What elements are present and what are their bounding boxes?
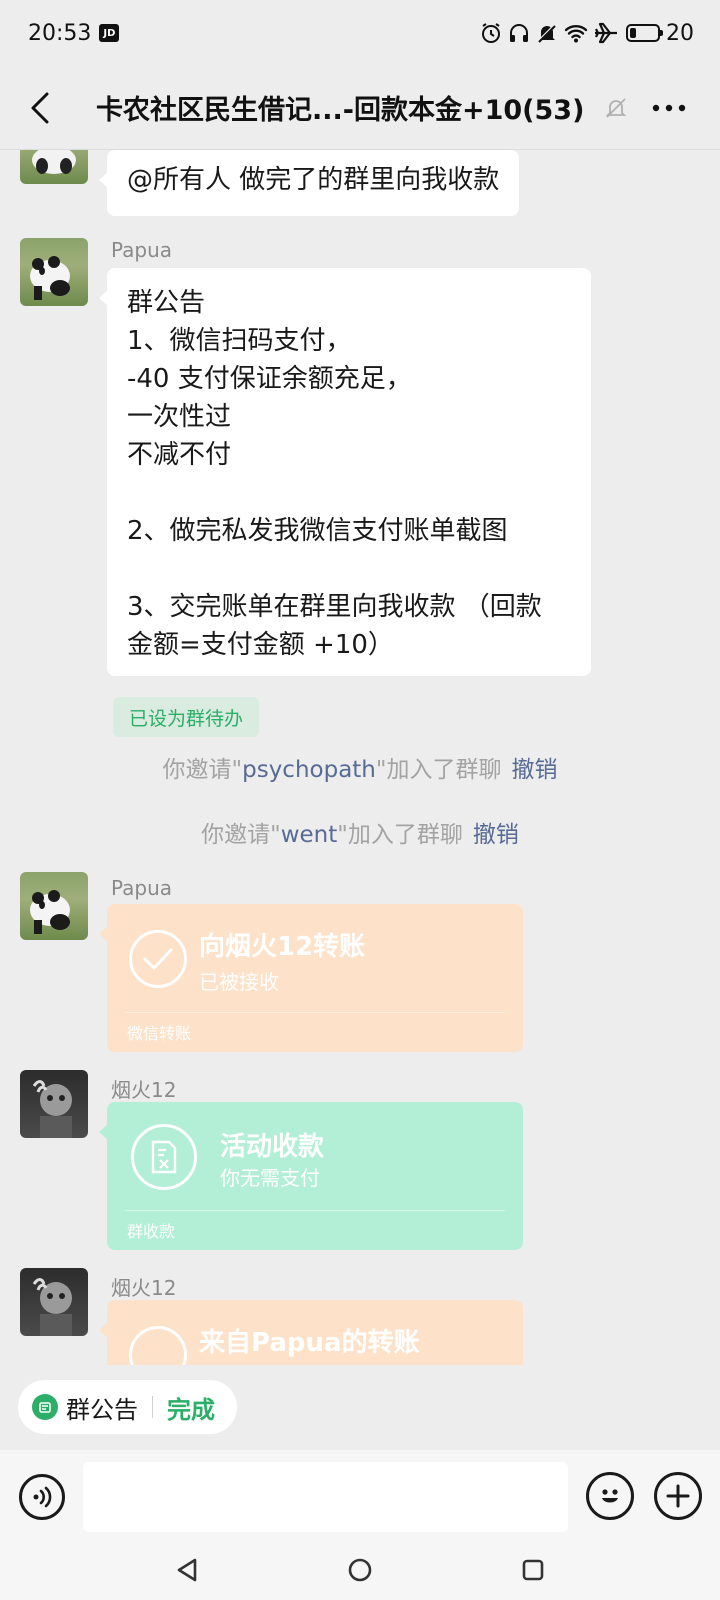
avatar[interactable] <box>20 1070 88 1138</box>
collection-title: 活动收款 <box>220 1132 325 1162</box>
message-text: @所有人 做完了的群里向我收款 <box>127 165 500 195</box>
battery-icon <box>626 24 663 42</box>
back-button[interactable] <box>0 66 80 150</box>
announcement-line: 群公告 <box>127 288 206 318</box>
headphones-icon <box>510 24 528 42</box>
announcement-bubble[interactable]: 群公告 1、微信扫码支付， -40 支付保证余额充足， 一次性过 不减不付 2、… <box>99 268 591 676</box>
status-bar: 20:53 JD 20 <box>0 0 720 66</box>
announcement-line: 1、微信扫码支付， <box>127 326 352 356</box>
airplane-icon <box>595 22 617 44</box>
group-collection-card[interactable]: 活动收款 你无需支付 群收款 <box>99 1102 523 1250</box>
announcement-line <box>127 474 571 512</box>
panda-avatar-icon <box>32 150 76 174</box>
voice-icon <box>33 1486 52 1508</box>
transfer-title: 来自Papua的转账 <box>199 1328 420 1358</box>
nav-recents-button[interactable] <box>503 1545 563 1595</box>
message-bubble[interactable]: @所有人 做完了的群里向我收款 <box>98 150 520 216</box>
collection-status: 你无需支付 <box>220 1166 320 1190</box>
mute-indicator <box>596 96 636 120</box>
announcement-line: 一次性过 <box>127 402 232 432</box>
input-bar <box>0 1450 720 1540</box>
system-text: "加入了群聊 <box>337 822 463 848</box>
system-text: "加入了群聊 <box>375 757 502 783</box>
card-divider <box>125 1012 505 1013</box>
group-todo-tag[interactable]: 已设为群待办 <box>113 697 260 737</box>
notice-separator <box>152 1396 153 1418</box>
plus-icon <box>666 1484 690 1508</box>
cartoon-avatar-icon <box>32 1278 72 1336</box>
announcement-line: 2、做完私发我微信支付账单截图 <box>127 516 508 546</box>
nav-home-button[interactable] <box>330 1545 390 1595</box>
avatar[interactable] <box>20 872 88 940</box>
transfer-card[interactable]: 向烟火12转账 已被接收 微信转账 <box>99 904 523 1052</box>
sender-name: Papua <box>111 238 173 262</box>
more-functions-button[interactable] <box>654 1472 702 1520</box>
alarm-icon <box>482 23 500 43</box>
system-message: 你邀请"went"加入了群聊 撤销 <box>0 815 720 849</box>
sender-name: 烟火12 <box>111 1078 177 1102</box>
chat-title: 卡农社区民生借记...-回款本金+10(53) <box>96 95 585 126</box>
undo-link[interactable]: 撤销 <box>473 822 519 848</box>
system-message: 你邀请"psychopath"加入了群聊 撤销 <box>0 750 720 784</box>
status-time: 20:53 <box>28 20 92 46</box>
notice-done-button[interactable]: 完成 <box>167 1390 215 1425</box>
check-circle-icon <box>129 930 187 988</box>
group-notice-pill[interactable]: 群公告 完成 <box>18 1380 237 1434</box>
system-text: 你邀请" <box>162 757 243 783</box>
avatar[interactable] <box>20 150 88 184</box>
system-text: 你邀请" <box>201 822 281 848</box>
mute-bell-icon <box>605 97 627 118</box>
status-left: 20:53 JD <box>28 20 120 46</box>
sender-name: Papua <box>111 876 173 900</box>
notice-icon <box>32 1394 58 1420</box>
announcement-line: 3、交完账单在群里向我收款 （回款 <box>127 592 542 622</box>
wifi-icon <box>564 25 588 43</box>
chat-header: 卡农社区民生借记...-回款本金+10(53) <box>0 66 720 150</box>
panda-avatar-icon <box>30 890 70 934</box>
battery-level: 20 <box>666 20 694 46</box>
sender-name: 烟火12 <box>111 1276 177 1300</box>
status-right: 20 <box>480 21 694 46</box>
card-footer: 微信转账 <box>127 1024 192 1043</box>
panda-avatar-icon <box>30 256 70 300</box>
card-divider <box>125 1210 505 1211</box>
avatar[interactable] <box>20 238 88 306</box>
message-list[interactable]: @所有人 做完了的群里向我收款 Papua 群公告 1、微信扫码支付， -40 … <box>0 150 720 1365</box>
announcement-line: 不减不付 <box>127 440 232 470</box>
notice-label: 群公告 <box>66 1395 138 1424</box>
silent-bell-icon <box>536 22 558 44</box>
announcement-line <box>127 550 571 588</box>
voice-button[interactable] <box>19 1474 65 1520</box>
transfer-card[interactable]: 来自Papua的转账 <box>99 1300 523 1365</box>
invitee-name: went <box>280 822 338 848</box>
card-footer: 群收款 <box>127 1222 176 1241</box>
back-arrow-icon <box>31 92 49 123</box>
system-nav-bar <box>0 1540 720 1600</box>
nav-back-button[interactable] <box>157 1545 217 1595</box>
more-button[interactable] <box>636 66 702 150</box>
triangle-back-icon <box>177 1558 196 1582</box>
emoji-button[interactable] <box>586 1472 634 1520</box>
avatar[interactable] <box>20 1268 88 1336</box>
circle-home-icon <box>348 1558 372 1582</box>
transfer-status: 已被接收 <box>199 970 279 994</box>
bill-icon <box>131 1124 197 1190</box>
jd-app-icon: JD <box>99 24 120 42</box>
undo-link[interactable]: 撤销 <box>511 757 557 783</box>
transfer-circle-icon <box>129 1326 187 1365</box>
emoji-icon <box>602 1489 618 1503</box>
more-icon <box>652 104 686 111</box>
invitee-name: psychopath <box>242 757 376 783</box>
message-input[interactable] <box>83 1462 568 1532</box>
announcement-line: -40 支付保证余额充足， <box>127 364 412 394</box>
cartoon-avatar-icon <box>32 1080 72 1138</box>
announcement-line: 金额=支付金额 +10） <box>127 630 394 660</box>
transfer-title: 向烟火12转账 <box>199 932 366 962</box>
square-recents-icon <box>523 1559 544 1581</box>
